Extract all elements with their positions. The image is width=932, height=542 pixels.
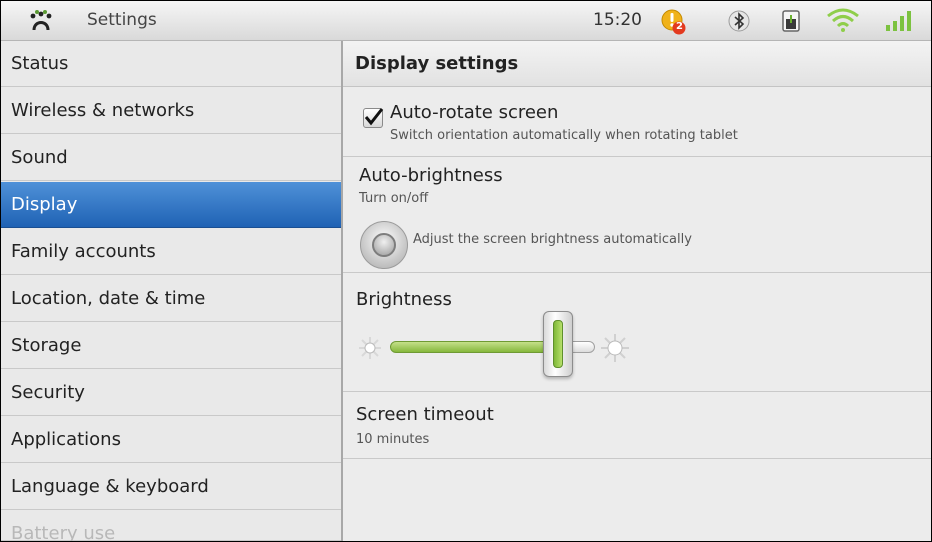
auto-brightness-row: Auto-brightness Turn on/off Adjust the s…	[343, 157, 931, 273]
toggle-knob-icon	[372, 233, 396, 257]
notification-count: 2	[676, 21, 683, 32]
sidebar-item-sound[interactable]: Sound	[1, 135, 341, 181]
auto-brightness-summary: Turn on/off	[359, 191, 429, 206]
signal-icon	[884, 9, 914, 37]
sidebar-item-applications[interactable]: Applications	[1, 417, 341, 463]
brightness-high-icon	[599, 332, 631, 368]
auto-rotate-row[interactable]: Auto-rotate screen Switch orientation au…	[343, 88, 931, 157]
battery-icon	[781, 9, 801, 37]
bluetooth-icon	[728, 10, 750, 36]
auto-rotate-summary: Switch orientation automatically when ro…	[390, 128, 738, 143]
wifi-icon	[826, 8, 860, 36]
warning-notification-icon[interactable]: 2	[661, 8, 687, 40]
screen: Settings 15:20 2 Status Wireless & netwo…	[0, 0, 932, 542]
auto-rotate-title: Auto-rotate screen	[390, 102, 559, 123]
brightness-slider-fill	[390, 341, 550, 353]
sidebar-item-family-accounts[interactable]: Family accounts	[1, 229, 341, 275]
sidebar-item-security[interactable]: Security	[1, 370, 341, 416]
sidebar-item-display[interactable]: Display	[1, 182, 341, 228]
auto-brightness-toggle-label: Adjust the screen brightness automatical…	[413, 232, 692, 247]
sidebar-item-storage[interactable]: Storage	[1, 323, 341, 369]
clock: 15:20	[593, 10, 642, 30]
screen-timeout-row[interactable]: Screen timeout 10 minutes	[343, 392, 931, 459]
brightness-slider-thumb[interactable]	[543, 311, 573, 377]
auto-brightness-title: Auto-brightness	[359, 165, 503, 186]
checkmark-icon	[364, 108, 384, 126]
slider-grip-icon	[553, 320, 563, 368]
app-title: Settings	[87, 10, 157, 30]
sidebar-item-language-keyboard[interactable]: Language & keyboard	[1, 464, 341, 510]
sidebar-item-wireless-networks[interactable]: Wireless & networks	[1, 88, 341, 134]
app-logo-icon	[27, 10, 55, 32]
page-title: Display settings	[343, 41, 931, 87]
brightness-title: Brightness	[356, 289, 452, 310]
status-bar: Settings 15:20 2	[1, 1, 931, 41]
auto-rotate-checkbox[interactable]	[363, 108, 384, 128]
sidebar-item-location-date-time[interactable]: Location, date & time	[1, 276, 341, 322]
sidebar-item-status[interactable]: Status	[1, 41, 341, 87]
screen-timeout-title: Screen timeout	[356, 404, 494, 425]
brightness-low-icon	[357, 335, 383, 365]
sidebar: Status Wireless & networks Sound Display…	[1, 41, 343, 541]
display-settings-panel: Display settings Auto-rotate screen Swit…	[343, 41, 931, 541]
screen-timeout-value: 10 minutes	[356, 432, 430, 447]
sidebar-item-battery-use[interactable]: Battery use	[1, 511, 341, 541]
auto-brightness-toggle[interactable]	[360, 221, 408, 269]
